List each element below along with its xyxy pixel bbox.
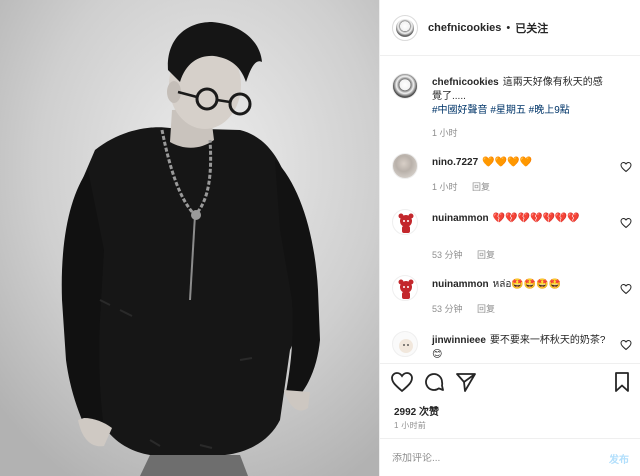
comment-like-heart-icon[interactable]: [620, 283, 632, 295]
comment-meta: 53 分钟 回复: [432, 248, 507, 261]
comment-body: nuinammon หล่อ🤩🤩🤩🤩: [432, 278, 612, 292]
caption: chefnicookies 這兩天好像有秋天的感覺了..... #中國好聲音 #星…: [392, 73, 632, 143]
caption-username[interactable]: chefnicookies: [432, 77, 499, 88]
comment-meta: 1 小时 回复: [432, 180, 502, 193]
caption-hashtags[interactable]: #中國好聲音 #星期五 #晚上9點: [432, 105, 570, 116]
follow-status-button[interactable]: 已关注: [515, 20, 548, 36]
comment-body: jinwinnieee 要不要来一杯秋天的奶茶? 😊: [432, 334, 612, 362]
comment-username[interactable]: nuinammon: [432, 213, 489, 224]
comment-body: nino.7227 🧡🧡🧡🧡: [432, 156, 612, 170]
separator-dot: •: [506, 21, 511, 34]
comments-section[interactable]: chefnicookies 這兩天好像有秋天的感覺了..... #中國好聲音 #星…: [380, 57, 640, 363]
cartoon-avatar-icon: [399, 339, 413, 353]
reply-button[interactable]: 回复: [472, 182, 490, 192]
post-actions: 2992 次赞 1 小时前 发布: [380, 363, 640, 476]
commenter-avatar[interactable]: [392, 209, 418, 235]
red-bear-avatar-icon: [398, 213, 414, 233]
add-comment-row: 发布: [380, 438, 640, 476]
comment-time: 53 分钟: [432, 304, 463, 314]
post-time: 1 小时前: [394, 421, 427, 430]
heart-icon[interactable]: [390, 370, 414, 394]
comment-like-heart-icon[interactable]: [620, 217, 632, 229]
comment-item: nuinammon 💔💔💔💔💔💔💔 53 分钟 回复: [392, 209, 632, 265]
post-side-panel: chefnicookies • 已关注 chefnicookies 這兩天好像有秋…: [379, 0, 640, 476]
post-photo[interactable]: [0, 0, 379, 476]
author-username[interactable]: chefnicookies: [428, 22, 501, 34]
reply-button[interactable]: 回复: [477, 304, 495, 314]
comment-item: nino.7227 🧡🧡🧡🧡 1 小时 回复: [392, 153, 632, 197]
comment-body: nuinammon 💔💔💔💔💔💔💔: [432, 212, 612, 226]
comment-text: 🧡🧡🧡🧡: [482, 157, 532, 168]
caption-meta: 1 小时: [432, 126, 470, 139]
share-icon[interactable]: [454, 370, 478, 394]
comment-username[interactable]: nino.7227: [432, 157, 478, 168]
comment-item: nuinammon หล่อ🤩🤩🤩🤩 53 分钟 回复: [392, 275, 632, 319]
comment-text: หล่อ🤩🤩🤩🤩: [492, 279, 562, 290]
comment-meta: 53 分钟 回复: [432, 302, 507, 315]
comment-item: jinwinnieee 要不要来一杯秋天的奶茶? 😊: [392, 331, 632, 363]
comment-text: 💔💔💔💔💔💔💔: [492, 213, 580, 224]
comment-username[interactable]: nuinammon: [432, 279, 489, 290]
like-count[interactable]: 2992 次赞: [394, 403, 439, 418]
post-comment-button[interactable]: 发布: [609, 451, 629, 466]
comment-like-heart-icon[interactable]: [620, 339, 632, 351]
comment-username[interactable]: jinwinnieee: [432, 335, 486, 346]
red-bear-avatar-icon: [398, 279, 414, 299]
comment-time: 1 小时: [432, 182, 458, 192]
caption-body: chefnicookies 這兩天好像有秋天的感覺了..... #中國好聲音 #星…: [432, 76, 612, 118]
comment-time: 53 分钟: [432, 250, 463, 260]
commenter-avatar[interactable]: [392, 331, 418, 357]
bookmark-icon[interactable]: [610, 370, 634, 394]
comment-icon[interactable]: [422, 370, 446, 394]
commenter-avatar[interactable]: [392, 153, 418, 179]
author-avatar[interactable]: [392, 14, 418, 41]
comment-input[interactable]: [392, 452, 609, 464]
post-header: chefnicookies • 已关注: [380, 0, 640, 56]
reply-button[interactable]: 回复: [477, 250, 495, 260]
commenter-avatar[interactable]: [392, 275, 418, 301]
comment-like-heart-icon[interactable]: [620, 161, 632, 173]
man-in-black-sweater-illustration: [0, 0, 379, 476]
caption-time: 1 小时: [432, 128, 458, 138]
caption-avatar[interactable]: [392, 73, 418, 99]
instagram-post: chefnicookies • 已关注 chefnicookies 這兩天好像有秋…: [0, 0, 640, 476]
